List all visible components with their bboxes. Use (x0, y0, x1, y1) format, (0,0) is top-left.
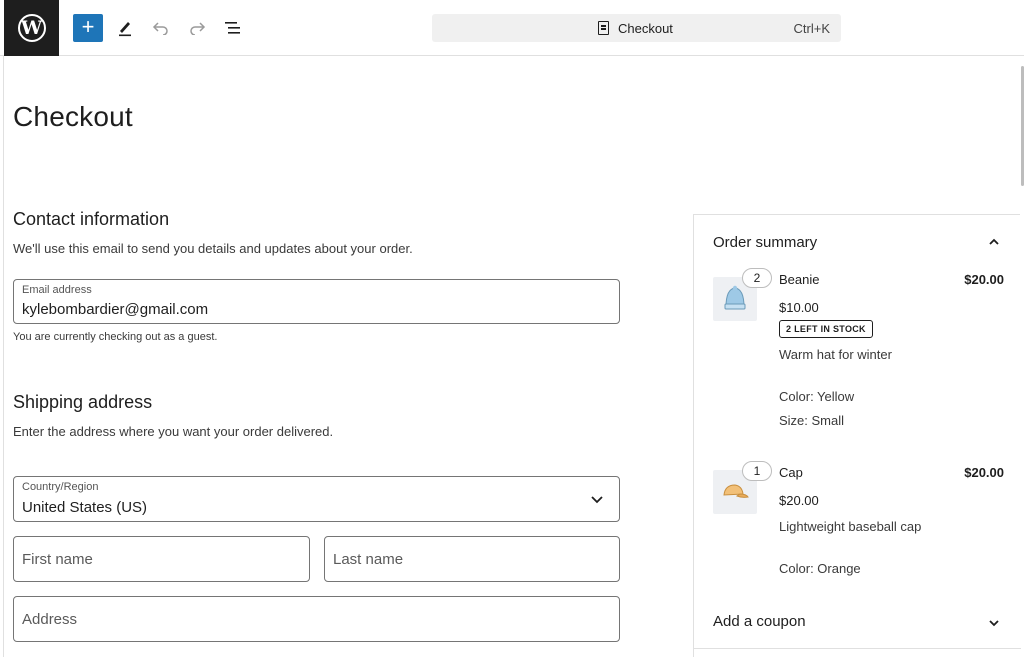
email-value[interactable]: kylebombardier@gmail.com (22, 301, 208, 318)
page-icon (598, 21, 609, 35)
contact-description: We'll use this email to send you details… (13, 241, 413, 256)
beanie-description: Warm hat for winter (779, 347, 892, 362)
country-label: Country/Region (22, 481, 99, 493)
order-summary-panel: Order summary 2 Beanie $20.00 $10.00 2 L… (693, 214, 1021, 657)
country-value: United States (US) (22, 499, 148, 516)
guest-note: You are currently checking out as a gues… (13, 331, 218, 343)
pencil-icon (119, 22, 131, 37)
edit-tools-button[interactable] (110, 14, 140, 42)
wordpress-logo-icon: W (17, 14, 46, 42)
beanie-quantity-badge: 2 (742, 268, 772, 288)
first-name-field[interactable]: First name (13, 536, 310, 582)
contact-heading: Contact information (13, 209, 170, 229)
cap-color: Color: Orange (779, 561, 861, 576)
beanie-size: Size: Small (779, 413, 845, 428)
command-title: Checkout (618, 21, 673, 36)
editor-toolbar: W + Checkout Ctrl+K (0, 0, 1024, 56)
canvas-edge (3, 56, 4, 657)
undo-button[interactable] (146, 14, 176, 42)
beanie-price: $10.00 (779, 300, 819, 315)
command-palette-bar[interactable]: Checkout Ctrl+K (432, 14, 841, 42)
cap-total: $20.00 (964, 465, 1004, 480)
beanie-color: Color: Yellow (779, 389, 855, 404)
wordpress-logo-button[interactable]: W (4, 0, 59, 56)
beanie-total: $20.00 (964, 272, 1004, 287)
last-name-field[interactable]: Last name (324, 536, 620, 582)
last-name-placeholder: Last name (333, 551, 404, 568)
plus-icon: + (81, 14, 95, 39)
chevron-down-icon (591, 496, 603, 504)
document-overview-button[interactable] (219, 14, 249, 42)
shipping-description: Enter the address where you want your or… (13, 424, 334, 439)
stock-badge: 2 LEFT IN STOCK (779, 320, 873, 338)
cap-name: Cap (779, 465, 803, 480)
chevron-up-icon[interactable] (988, 236, 1000, 248)
redo-button[interactable] (182, 14, 212, 42)
email-label: Email address (22, 284, 92, 296)
undo-icon (152, 22, 168, 35)
wordpress-logo-letter: W (20, 16, 43, 39)
cap-description: Lightweight baseball cap (779, 519, 922, 534)
cap-icon (723, 484, 749, 498)
order-summary-title[interactable]: Order summary (713, 234, 817, 251)
redo-icon (190, 22, 206, 35)
add-coupon-toggle[interactable]: Add a coupon (713, 613, 806, 630)
shipping-heading: Shipping address (13, 392, 153, 412)
add-block-button[interactable]: + (73, 14, 103, 42)
document-overview-icon (225, 22, 240, 34)
cap-price: $20.00 (779, 493, 819, 508)
page-title[interactable]: Checkout (13, 101, 133, 133)
email-field[interactable]: Email address kylebombardier@gmail.com (13, 279, 620, 324)
beanie-name: Beanie (779, 272, 820, 287)
command-shortcut: Ctrl+K (793, 21, 830, 36)
cap-quantity-badge: 1 (742, 461, 772, 481)
first-name-placeholder: First name (22, 551, 93, 568)
chevron-down-icon[interactable] (988, 617, 1000, 629)
country-select[interactable]: Country/Region United States (US) (13, 476, 620, 522)
summary-divider (694, 648, 1021, 649)
beanie-icon (724, 285, 746, 310)
address-field[interactable]: Address (13, 596, 620, 642)
address-placeholder: Address (22, 611, 78, 628)
